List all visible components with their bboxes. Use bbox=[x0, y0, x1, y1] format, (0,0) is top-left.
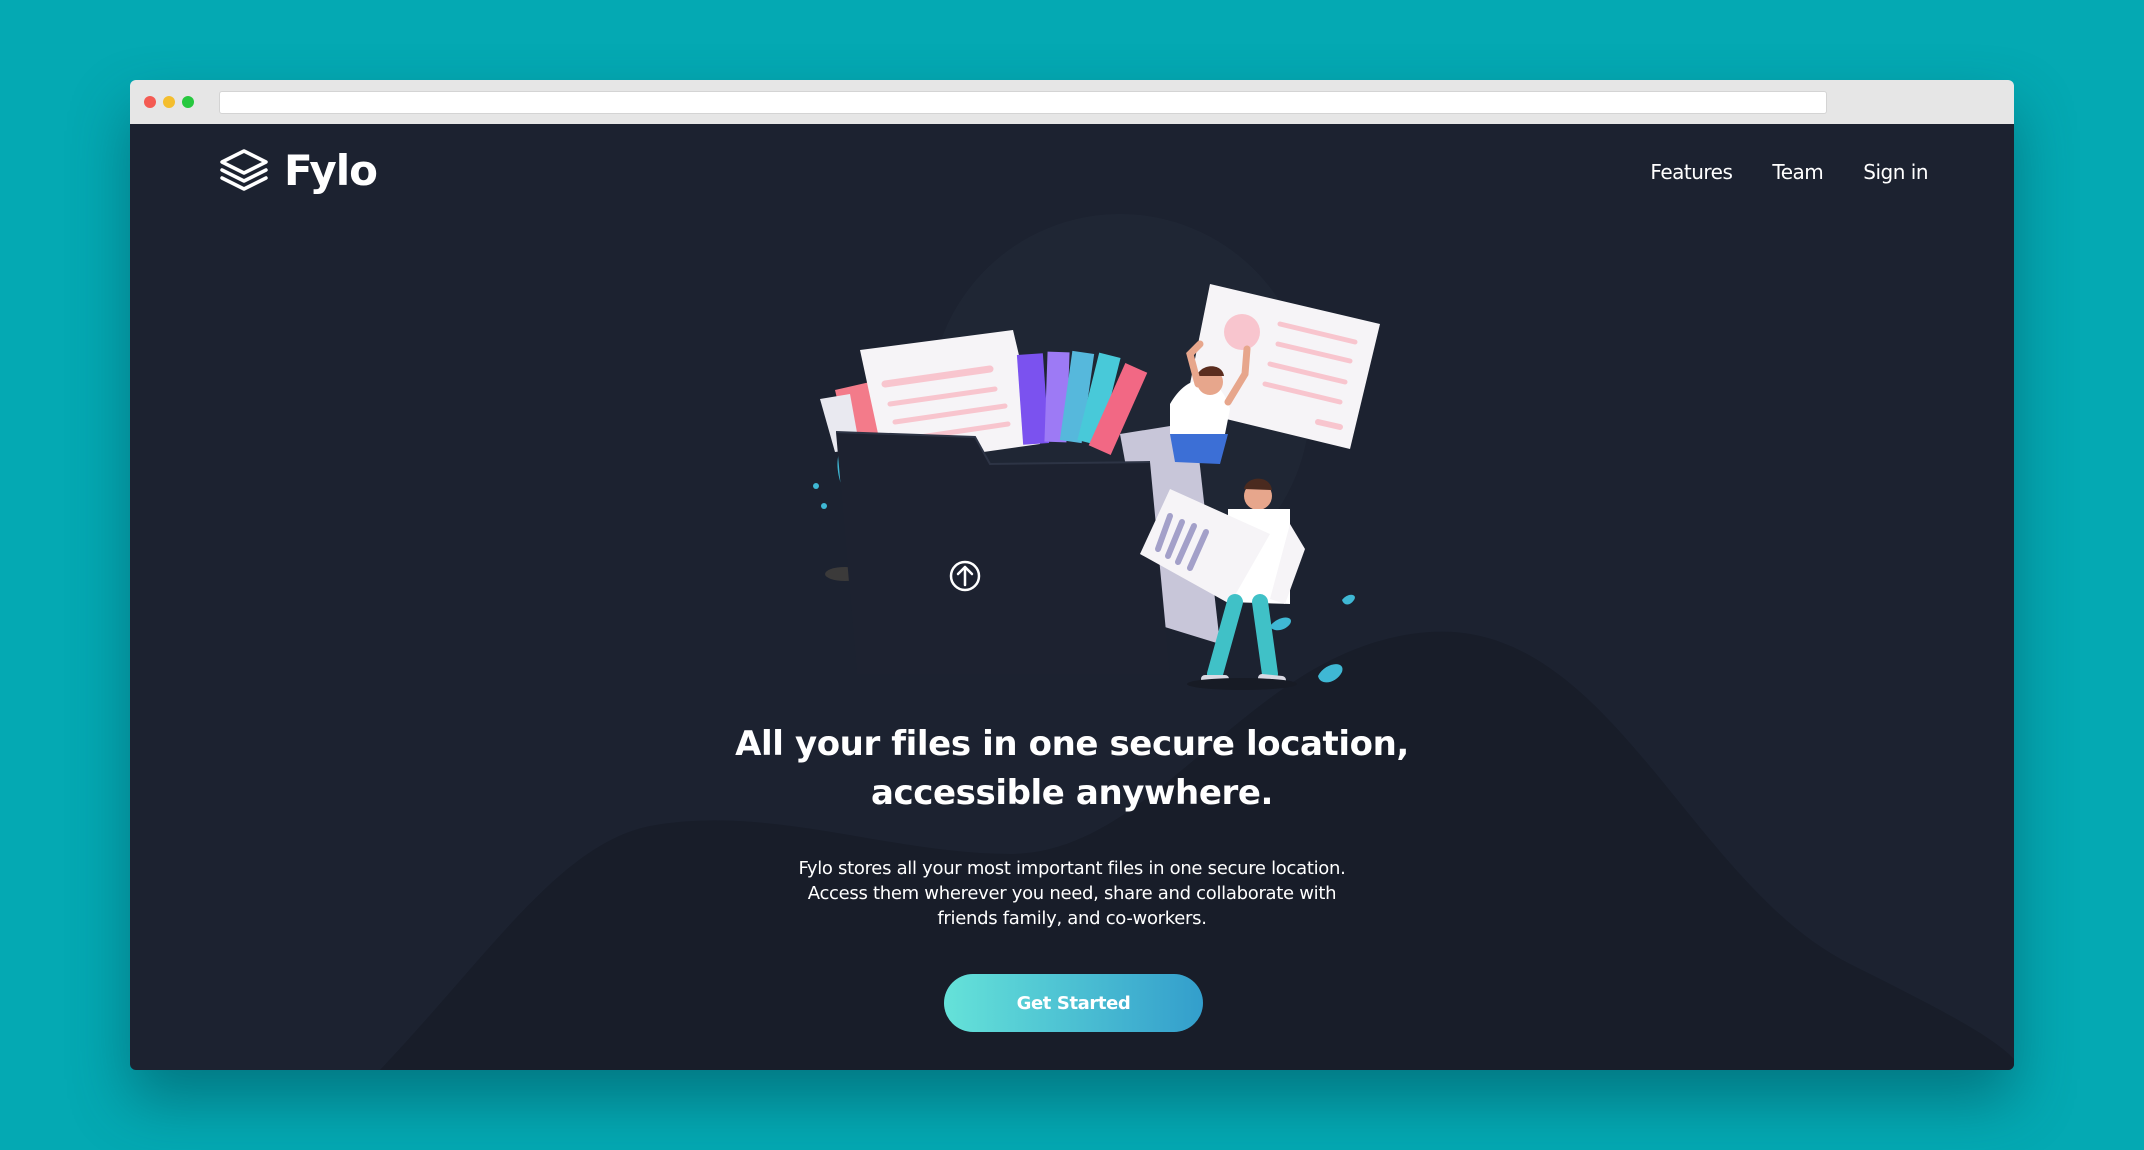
browser-window: Fylo Features Team Sign in All your file… bbox=[130, 80, 2014, 1070]
nav-link-features[interactable]: Features bbox=[1650, 160, 1733, 184]
nav-link-team[interactable]: Team bbox=[1772, 160, 1823, 184]
description-line: Fylo stores all your most important file… bbox=[798, 858, 1346, 879]
maximize-window-dot[interactable] bbox=[182, 96, 194, 108]
minimize-window-dot[interactable] bbox=[163, 96, 175, 108]
hero-description: Fylo stores all your most important file… bbox=[772, 856, 1372, 931]
hero-illustration bbox=[813, 214, 1380, 690]
landing-page: Fylo Features Team Sign in All your file… bbox=[130, 124, 2014, 1070]
brand-name: Fylo bbox=[284, 145, 378, 195]
get-started-button[interactable]: Get Started bbox=[944, 974, 1203, 1032]
browser-chrome bbox=[130, 80, 2014, 124]
hero-headline: All your files in one secure location, a… bbox=[572, 720, 1572, 818]
close-window-dot[interactable] bbox=[144, 96, 156, 108]
stacked-layers-icon bbox=[220, 149, 268, 191]
headline-line: All your files in one secure location, bbox=[735, 724, 1409, 764]
folder-illustration bbox=[835, 431, 1170, 674]
headline-line: accessible anywhere. bbox=[870, 773, 1274, 813]
address-bar[interactable] bbox=[219, 91, 1827, 114]
main-nav: Features Team Sign in bbox=[1650, 160, 1928, 184]
description-line: friends family, and co-workers. bbox=[937, 908, 1207, 929]
brand-logo[interactable]: Fylo bbox=[218, 145, 378, 195]
description-line: Access them wherever you need, share and… bbox=[807, 883, 1337, 904]
nav-link-sign-in[interactable]: Sign in bbox=[1863, 160, 1928, 184]
